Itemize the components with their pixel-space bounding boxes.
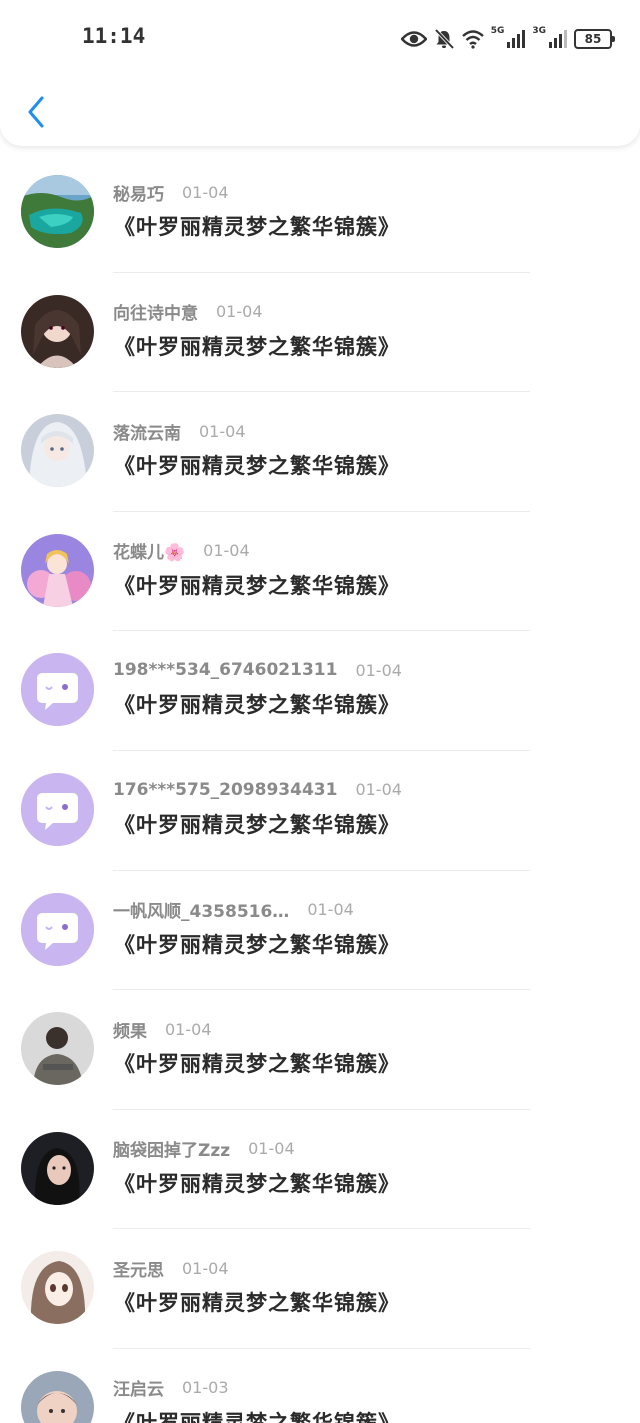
item-meta: 花蝶儿🌸 01-04: [113, 538, 250, 564]
user-name[interactable]: 秘易巧: [113, 180, 164, 205]
item-title: 《叶罗丽精灵梦之繁华锦簇》: [114, 573, 400, 598]
item-meta: 圣元思 01-04: [113, 1255, 229, 1281]
avatar[interactable]: [21, 892, 94, 966]
default-avatar-chat-icon: [21, 772, 94, 846]
list-item[interactable]: 落流云南 01-04 《叶罗丽精灵梦之繁华锦簇》: [0, 392, 640, 512]
user-name[interactable]: 176***575_2098934431: [113, 780, 337, 800]
user-name[interactable]: 一帆风顺_4358516…: [113, 897, 289, 922]
item-date: 01-04: [355, 780, 402, 800]
list-item[interactable]: 向往诗中意 01-04 《叶罗丽精灵梦之繁华锦簇》: [0, 273, 640, 393]
list-item[interactable]: 176***575_2098934431 01-04 《叶罗丽精灵梦之繁华锦簇》: [0, 751, 640, 871]
user-name[interactable]: 花蝶儿🌸: [113, 538, 185, 563]
status-time: 11:14: [82, 24, 146, 48]
item-date: 01-04: [203, 541, 250, 561]
item-date: 01-04: [216, 302, 263, 322]
item-meta: 汪启云 01-03: [113, 1375, 229, 1401]
avatar[interactable]: [21, 533, 94, 607]
avatar[interactable]: [21, 294, 94, 368]
item-title: 《叶罗丽精灵梦之繁华锦簇》: [114, 693, 400, 718]
avatar-photo: [21, 1131, 94, 1205]
chevron-left-icon: [28, 96, 44, 128]
item-meta: 脑袋困掉了Zzz 01-04: [113, 1136, 295, 1162]
signal-icon: [549, 30, 567, 48]
user-name[interactable]: 圣元思: [113, 1256, 164, 1281]
avatar[interactable]: [21, 1370, 94, 1423]
avatar[interactable]: [21, 1251, 94, 1325]
item-title: 《叶罗丽精灵梦之繁华锦簇》: [114, 1052, 400, 1077]
eye-icon: [400, 31, 427, 47]
avatar-photo: [21, 294, 94, 368]
item-meta: 秘易巧 01-04: [113, 179, 229, 205]
list-item[interactable]: 频果 01-04 《叶罗丽精灵梦之繁华锦簇》: [0, 990, 640, 1110]
list-item[interactable]: 汪启云 01-03 《叶罗丽精灵梦之繁华锦簇》: [0, 1349, 640, 1423]
avatar-photo: [21, 1012, 94, 1086]
item-meta: 向往诗中意 01-04: [113, 299, 263, 325]
item-meta: 198***534_6746021311 01-04: [113, 657, 402, 683]
item-meta: 频果 01-04: [113, 1016, 212, 1042]
list-item[interactable]: 圣元思 01-04 《叶罗丽精灵梦之繁华锦簇》: [0, 1229, 640, 1349]
avatar[interactable]: [21, 1131, 94, 1205]
network-5g-label: 5G: [490, 26, 505, 36]
avatar[interactable]: [21, 772, 94, 846]
list-item[interactable]: 198***534_6746021311 01-04 《叶罗丽精灵梦之繁华锦簇》: [0, 631, 640, 751]
item-date: 01-03: [182, 1378, 229, 1398]
item-title: 《叶罗丽精灵梦之繁华锦簇》: [114, 812, 400, 837]
wifi-icon: [461, 30, 484, 49]
user-list: 秘易巧 01-04 《叶罗丽精灵梦之繁华锦簇》 向往诗中意 01-04 《叶罗丽…: [0, 153, 640, 1423]
signal-icon: [507, 30, 526, 48]
item-date: 01-04: [199, 421, 246, 441]
status-icons: 5G 3G 85: [400, 24, 615, 54]
item-meta: 176***575_2098934431 01-04: [113, 777, 402, 803]
item-meta: 落流云南 01-04: [113, 418, 246, 444]
item-title: 《叶罗丽精灵梦之繁华锦簇》: [114, 1291, 400, 1316]
avatar[interactable]: [21, 653, 94, 727]
item-title: 《叶罗丽精灵梦之繁华锦簇》: [114, 932, 400, 957]
item-title: 《叶罗丽精灵梦之繁华锦簇》: [114, 215, 400, 239]
avatar-photo: [21, 175, 94, 248]
item-title: 《叶罗丽精灵梦之繁华锦簇》: [114, 1171, 400, 1196]
item-meta: 一帆风顺_4358516… 01-04: [113, 897, 354, 923]
avatar-photo: [21, 1370, 94, 1423]
item-date: 01-04: [248, 1139, 295, 1159]
user-name[interactable]: 汪启云: [113, 1375, 164, 1400]
item-date: 01-04: [182, 182, 229, 202]
user-name[interactable]: 脑袋困掉了Zzz: [113, 1136, 230, 1161]
list-item[interactable]: 秘易巧 01-04 《叶罗丽精灵梦之繁华锦簇》: [0, 153, 640, 273]
item-date: 01-04: [307, 900, 354, 920]
user-name[interactable]: 向往诗中意: [113, 299, 198, 324]
avatar-photo: [21, 414, 94, 488]
back-button[interactable]: [18, 90, 54, 134]
item-title: 《叶罗丽精灵梦之繁华锦簇》: [114, 454, 400, 479]
avatar[interactable]: [21, 1012, 94, 1086]
item-date: 01-04: [182, 1258, 229, 1278]
default-avatar-chat-icon: [21, 653, 94, 727]
avatar[interactable]: [21, 175, 94, 248]
user-name[interactable]: 落流云南: [113, 419, 181, 444]
avatar-photo: [21, 533, 94, 607]
status-bar: 11:14 5G 3G 85: [0, 0, 640, 78]
default-avatar-chat-icon: [21, 892, 94, 966]
top-bar: 11:14 5G 3G 85: [0, 0, 640, 146]
list-item[interactable]: 一帆风顺_4358516… 01-04 《叶罗丽精灵梦之繁华锦簇》: [0, 871, 640, 991]
battery-level: 85: [584, 32, 602, 46]
item-title: 《叶罗丽精灵梦之繁华锦簇》: [114, 1410, 400, 1423]
list-item[interactable]: 花蝶儿🌸 01-04 《叶罗丽精灵梦之繁华锦簇》: [0, 512, 640, 632]
user-name[interactable]: 频果: [113, 1017, 147, 1042]
user-name[interactable]: 198***534_6746021311: [113, 660, 337, 680]
item-date: 01-04: [355, 660, 402, 680]
avatar-photo: [21, 1251, 94, 1325]
avatar[interactable]: [21, 414, 94, 488]
list-item[interactable]: 脑袋困掉了Zzz 01-04 《叶罗丽精灵梦之繁华锦簇》: [0, 1110, 640, 1230]
item-date: 01-04: [165, 1019, 212, 1039]
item-title: 《叶罗丽精灵梦之繁华锦簇》: [114, 334, 400, 359]
battery-icon: 85: [574, 29, 615, 49]
network-3g-label: 3G: [532, 26, 546, 36]
bell-muted-icon: [434, 28, 454, 50]
